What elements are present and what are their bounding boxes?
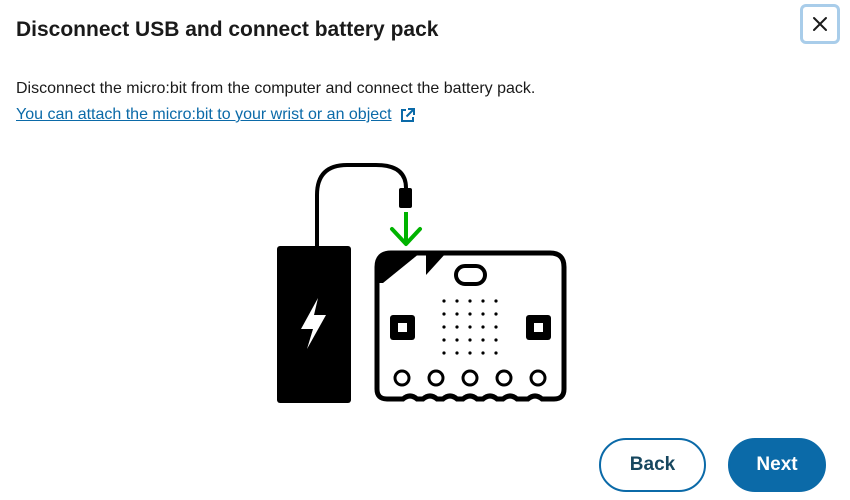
attach-help-link-text: You can attach the micro:bit to your wri… [16,106,392,123]
dialog: Disconnect USB and connect battery pack … [0,0,850,500]
green-arrow-down-icon [390,212,422,246]
battery-pack-icon [277,246,351,403]
instruction-text: Disconnect the micro:bit from the comput… [16,80,536,97]
close-icon [812,16,828,32]
attach-help-link[interactable]: You can attach the micro:bit to your wri… [16,106,416,124]
microbit-board [374,250,567,402]
battery-connection-illustration [270,155,580,410]
external-link-icon [399,107,416,124]
close-button[interactable] [800,4,840,44]
dialog-title: Disconnect USB and connect battery pack [16,18,439,41]
back-button[interactable]: Back [599,438,706,492]
next-button[interactable]: Next [728,438,826,492]
